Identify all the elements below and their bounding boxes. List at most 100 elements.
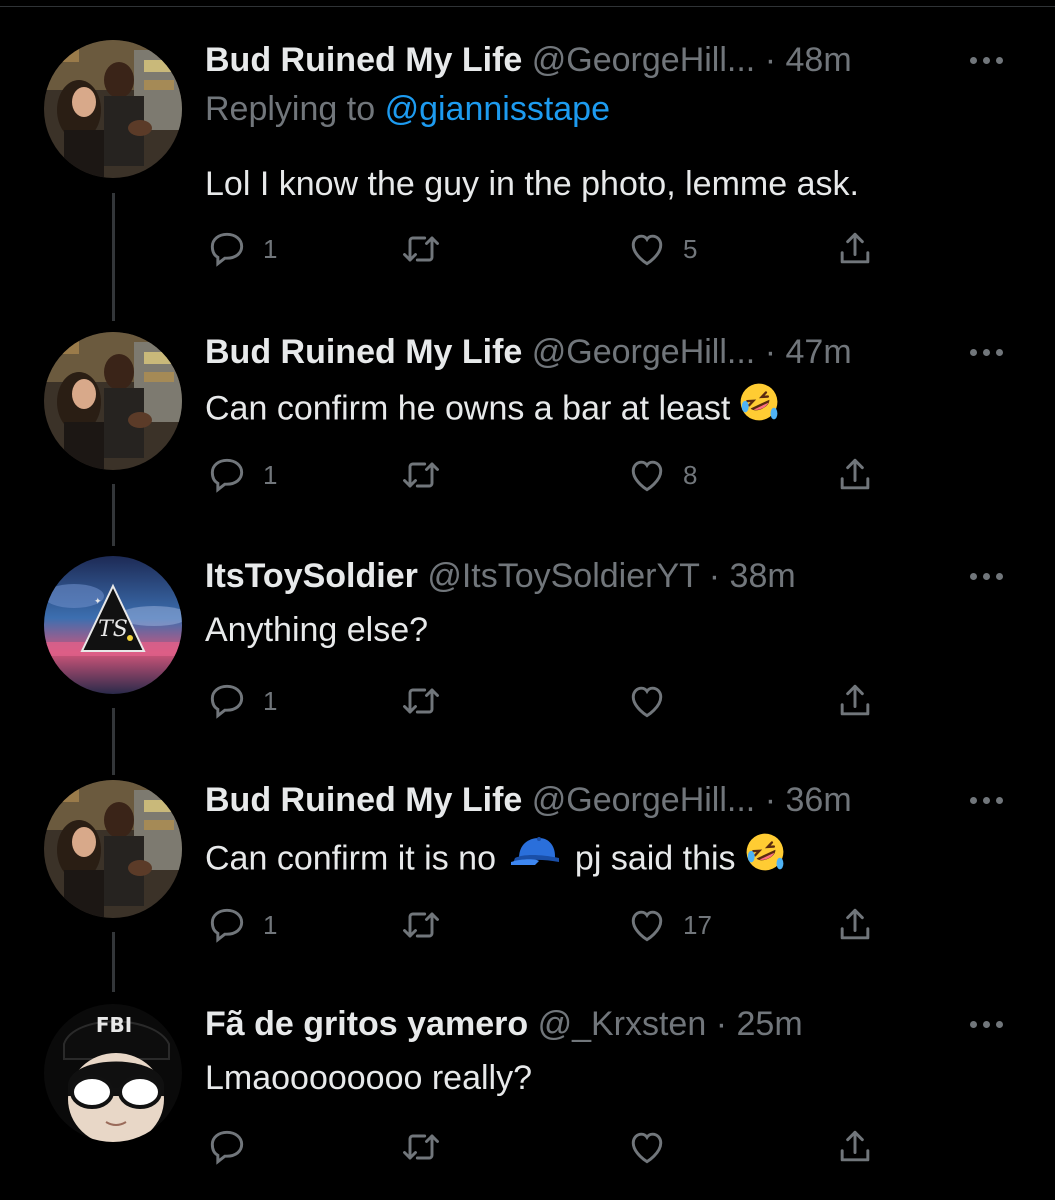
avatar[interactable] (44, 40, 182, 178)
more-dots-icon (996, 573, 1003, 580)
separator: · (764, 41, 777, 79)
tweet-text-content: Can confirm he owns a bar at least (205, 389, 731, 428)
more-options-button[interactable] (968, 790, 1008, 810)
user-handle[interactable]: @GeorgeHill... (532, 333, 755, 371)
avatar[interactable]: TS ✦ (44, 556, 182, 694)
tweet[interactable]: FBI Fã de gritos yamero @_Krxsten · 25m … (0, 1002, 1055, 1200)
like-button[interactable] (625, 1122, 683, 1172)
heart-outline-icon (631, 460, 663, 492)
mention-link[interactable]: @giannisstape (385, 90, 610, 128)
tweet[interactable]: TS ✦ ItsToySoldier @ItsToySoldierYT · 38… (0, 554, 1055, 754)
retweet-arrows-icon (403, 236, 439, 262)
share-button[interactable] (833, 1122, 877, 1172)
like-button[interactable]: 17 (625, 900, 712, 950)
share-button[interactable] (833, 450, 877, 500)
retweet-arrows-icon (403, 912, 439, 938)
tweet-text: Can confirm it is no pj said this (205, 832, 788, 889)
more-options-button[interactable] (968, 566, 1008, 586)
avatar[interactable]: FBI (44, 1004, 182, 1142)
reply-count: 1 (263, 233, 278, 264)
more-dots-icon (983, 349, 990, 356)
more-dots-icon (983, 797, 990, 804)
reply-count: 1 (263, 909, 278, 940)
heart-outline-icon (631, 686, 663, 718)
more-dots-icon (970, 573, 977, 580)
like-button[interactable] (625, 676, 683, 726)
heart-outline-icon (631, 1132, 663, 1164)
tweet-header: Bud Ruined My Life @GeorgeHill... · 47m (205, 330, 852, 374)
display-name[interactable]: ItsToySoldier (205, 557, 418, 595)
retweet-arrows-icon (403, 462, 439, 488)
separator: · (708, 557, 721, 595)
svg-text:TS: TS (98, 617, 128, 642)
like-button[interactable]: 5 (625, 224, 697, 274)
user-handle[interactable]: @GeorgeHill... (532, 781, 755, 819)
svg-text:✦: ✦ (94, 597, 102, 607)
reply-count: 1 (263, 685, 278, 716)
avatar[interactable] (44, 780, 182, 918)
timestamp[interactable]: 48m (786, 41, 852, 79)
tweet-text: Anything else? (205, 611, 429, 649)
reply-button[interactable] (205, 1122, 263, 1172)
svg-text:FBI: FBI (96, 1013, 132, 1037)
retweet-button[interactable] (399, 676, 457, 726)
tweet[interactable]: Bud Ruined My Life @GeorgeHill... · 36m … (0, 778, 1055, 978)
like-count: 8 (683, 459, 698, 490)
more-options-button[interactable] (968, 342, 1008, 362)
tweet-text-part: Can confirm it is no (205, 839, 496, 878)
more-dots-icon (996, 797, 1003, 804)
tweet-header: Bud Ruined My Life @GeorgeHill... · 36m (205, 778, 852, 822)
timestamp[interactable]: 36m (786, 781, 852, 819)
user-handle[interactable]: @ItsToySoldierYT (427, 557, 699, 595)
rolling-on-floor-laughing-emoji (736, 379, 782, 436)
action-bar: 1 (205, 676, 905, 726)
user-handle[interactable]: @GeorgeHill... (532, 41, 755, 79)
display-name[interactable]: Bud Ruined My Life (205, 41, 522, 79)
rolling-on-floor-laughing-emoji (742, 829, 788, 886)
reply-count: 1 (263, 459, 278, 490)
like-count: 17 (683, 909, 712, 940)
retweet-button[interactable] (399, 224, 457, 274)
like-button[interactable]: 8 (625, 450, 697, 500)
display-name[interactable]: Bud Ruined My Life (205, 781, 522, 819)
speech-bubble-icon (210, 232, 244, 267)
timestamp[interactable]: 38m (730, 557, 796, 595)
share-button[interactable] (833, 900, 877, 950)
avatar[interactable] (44, 332, 182, 470)
more-dots-icon (970, 349, 977, 356)
reply-button[interactable]: 1 (205, 676, 277, 726)
like-count: 5 (683, 233, 698, 264)
display-name[interactable]: Fã de gritos yamero (205, 1005, 528, 1043)
speech-bubble-icon (210, 684, 244, 719)
more-dots-icon (970, 57, 977, 64)
reply-button[interactable]: 1 (205, 900, 277, 950)
timestamp[interactable]: 25m (737, 1005, 803, 1043)
tweet[interactable]: Bud Ruined My Life @GeorgeHill... · 48m … (0, 38, 1055, 288)
tweet-header: ItsToySoldier @ItsToySoldierYT · 38m (205, 554, 796, 598)
tweet-header: Bud Ruined My Life @GeorgeHill... · 48m (205, 38, 852, 82)
separator: · (764, 333, 777, 371)
more-dots-icon (983, 57, 990, 64)
speech-bubble-icon (210, 1130, 244, 1165)
share-upload-icon (840, 908, 870, 940)
retweet-arrows-icon (403, 1134, 439, 1160)
tweet[interactable]: Bud Ruined My Life @GeorgeHill... · 47m … (0, 330, 1055, 530)
user-handle[interactable]: @_Krxsten (538, 1005, 707, 1043)
reply-button[interactable]: 1 (205, 450, 277, 500)
tweet-header: Fã de gritos yamero @_Krxsten · 25m (205, 1002, 803, 1046)
retweet-button[interactable] (399, 900, 457, 950)
replying-to-label: Replying to (205, 90, 376, 128)
more-options-button[interactable] (968, 50, 1008, 70)
retweet-button[interactable] (399, 1122, 457, 1172)
share-button[interactable] (833, 676, 877, 726)
reply-button[interactable]: 1 (205, 224, 277, 274)
tweet-text-part: pj said this (574, 839, 736, 878)
retweet-button[interactable] (399, 450, 457, 500)
share-upload-icon (840, 232, 870, 264)
timestamp[interactable]: 47m (786, 333, 852, 371)
more-options-button[interactable] (968, 1014, 1008, 1034)
share-upload-icon (840, 458, 870, 490)
action-bar (205, 1122, 905, 1172)
share-button[interactable] (833, 224, 877, 274)
display-name[interactable]: Bud Ruined My Life (205, 333, 522, 371)
